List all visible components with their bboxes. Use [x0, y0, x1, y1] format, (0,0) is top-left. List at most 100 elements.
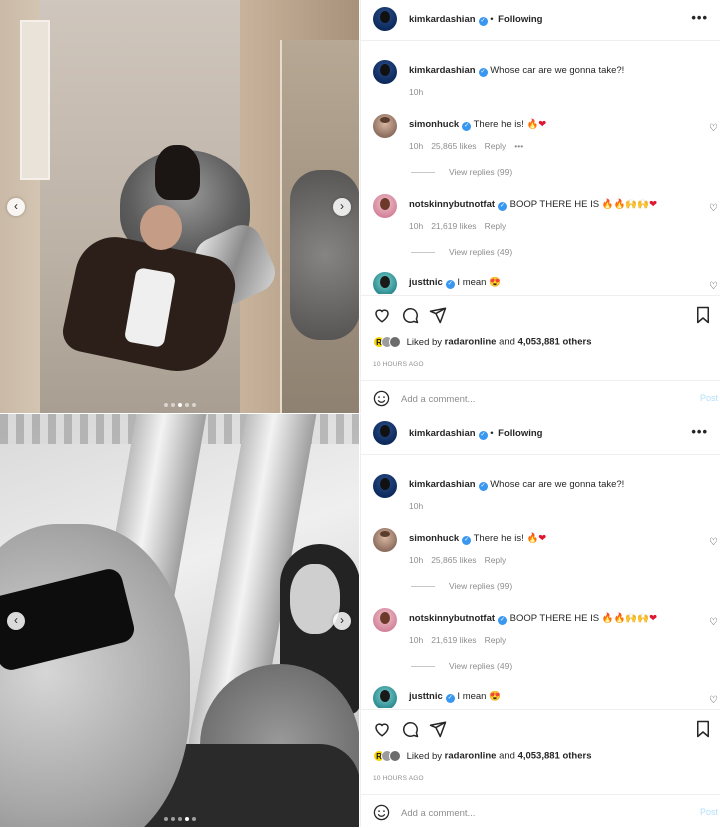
post-media-carousel[interactable]: ‹ › [0, 0, 359, 413]
comment-username[interactable]: simonhuck [409, 119, 459, 130]
author-avatar[interactable] [373, 7, 397, 31]
raised-hands-emoji-icon: 🙌 [625, 199, 638, 210]
fire-emoji-icon: 🔥 [526, 533, 539, 544]
following-button[interactable]: Following [498, 14, 542, 25]
carousel-dot [191, 817, 196, 821]
view-replies-button[interactable]: View replies (99) [409, 581, 512, 591]
likes-count[interactable]: 4,053,881 others [518, 337, 592, 348]
commenter-avatar[interactable] [373, 686, 397, 708]
verified-badge-icon: ✓ [445, 280, 455, 289]
author-avatar[interactable] [373, 60, 397, 84]
instagram-post: ‹ › kimkardashian ✓ • Following ••• kimka… [0, 0, 720, 413]
comment-likes[interactable]: 21,619 likes [431, 635, 476, 645]
caption-username[interactable]: kimkardashian [409, 479, 476, 490]
carousel-dot [177, 817, 182, 821]
comment-bubble-icon[interactable] [401, 306, 419, 324]
heart-emoji-icon: ❤ [538, 533, 547, 544]
more-options-icon[interactable]: ••• [691, 424, 708, 439]
bookmark-icon[interactable] [694, 720, 712, 738]
like-heart-icon[interactable] [373, 720, 391, 738]
emoji-smiley-icon[interactable] [373, 804, 390, 821]
post-time: 10 HOURS AGO [373, 361, 424, 368]
like-comment-heart-icon[interactable]: ♡ [709, 617, 718, 628]
post-actions: R Liked by radaronline and 4,053,881 oth… [361, 709, 720, 827]
like-comment-heart-icon[interactable]: ♡ [709, 695, 718, 706]
comment-time: 10h [409, 635, 424, 645]
carousel-next-button[interactable]: › [333, 197, 351, 216]
following-button[interactable]: Following [498, 428, 542, 439]
comment-input[interactable] [401, 805, 681, 821]
carousel-prev-button[interactable]: ‹ [7, 611, 25, 630]
more-options-icon[interactable]: ••• [691, 10, 708, 25]
reply-button[interactable]: Reply [485, 635, 507, 645]
hair [155, 145, 200, 200]
carousel-dot [170, 403, 175, 407]
comment-time: 10h [409, 221, 424, 231]
chevron-left-icon: ‹ [14, 198, 18, 213]
commenter-avatar[interactable] [373, 608, 397, 632]
comment-username[interactable]: notskinnybutnotfat [409, 199, 495, 210]
reply-button[interactable]: Reply [485, 141, 507, 151]
caption-username[interactable]: kimkardashian [409, 65, 476, 76]
post-side-panel: kimkardashian ✓ • Following ••• kimkardas… [360, 0, 720, 413]
author-username[interactable]: kimkardashian [409, 428, 476, 439]
comment-more-icon[interactable]: ••• [514, 141, 523, 151]
carousel-dot [163, 817, 168, 821]
caption-text: Whose car are we gonna take?! [490, 65, 625, 76]
like-heart-icon[interactable] [373, 306, 391, 324]
commenter-avatar[interactable] [373, 114, 397, 138]
reply-button[interactable]: Reply [485, 221, 507, 231]
reply-button[interactable]: Reply [485, 555, 507, 565]
author-avatar[interactable] [373, 474, 397, 498]
share-send-icon[interactable] [429, 306, 447, 324]
fire-emoji-icon: 🔥 [613, 613, 626, 624]
comment-likes[interactable]: 25,865 likes [431, 141, 476, 151]
comment-username[interactable]: justtnic [409, 691, 443, 702]
comment-username[interactable]: notskinnybutnotfat [409, 613, 495, 624]
comment-likes[interactable]: 25,865 likes [431, 555, 476, 565]
post-time: 10 HOURS AGO [373, 775, 424, 782]
emoji-smiley-icon[interactable] [373, 390, 390, 407]
comment-input[interactable] [401, 391, 681, 407]
like-comment-heart-icon[interactable]: ♡ [709, 123, 718, 134]
liked-by: R Liked by radaronline and 4,053,881 oth… [373, 750, 592, 762]
comment-bubble-icon[interactable] [401, 720, 419, 738]
carousel-dots [0, 817, 359, 821]
heart-eyes-emoji-icon: 😍 [489, 691, 501, 702]
post-media-carousel[interactable]: ‹ › [0, 414, 359, 827]
comment-text: BOOP THERE HE IS [509, 199, 600, 210]
commenter-avatar[interactable] [373, 528, 397, 552]
commenter-avatar[interactable] [373, 194, 397, 218]
commenter-avatar[interactable] [373, 272, 397, 294]
liked-by-and: and [499, 750, 515, 762]
like-comment-heart-icon[interactable]: ♡ [709, 203, 718, 214]
verified-badge-icon: ✓ [478, 68, 488, 77]
comment-username[interactable]: simonhuck [409, 533, 459, 544]
verified-badge-icon: ✓ [478, 17, 488, 26]
comment-likes[interactable]: 21,619 likes [431, 221, 476, 231]
caption-time: 10h [409, 501, 424, 511]
author-username[interactable]: kimkardashian [409, 14, 476, 25]
comments-section: kimkardashian ✓ Whose car are we gonna ta… [361, 456, 720, 708]
liked-by-user[interactable]: radaronline [445, 751, 497, 762]
likes-count[interactable]: 4,053,881 others [518, 751, 592, 762]
face [140, 205, 182, 250]
carousel-next-button[interactable]: › [333, 611, 351, 630]
comment-username[interactable]: justtnic [409, 277, 443, 288]
chevron-right-icon: › [340, 198, 344, 213]
post-side-panel: kimkardashian ✓ • Following ••• kimkardas… [360, 414, 720, 827]
view-replies-button[interactable]: View replies (99) [409, 167, 512, 177]
like-comment-heart-icon[interactable]: ♡ [709, 537, 718, 548]
view-replies-button[interactable]: View replies (49) [409, 661, 512, 671]
post-comment-button[interactable]: Post [700, 393, 718, 403]
liked-by-user[interactable]: radaronline [445, 337, 497, 348]
carousel-prev-button[interactable]: ‹ [7, 197, 25, 216]
view-replies-button[interactable]: View replies (49) [409, 247, 512, 257]
like-comment-heart-icon[interactable]: ♡ [709, 281, 718, 292]
bookmark-icon[interactable] [694, 306, 712, 324]
share-send-icon[interactable] [429, 720, 447, 738]
author-avatar[interactable] [373, 421, 397, 445]
verified-badge-icon: ✓ [462, 122, 472, 131]
post-comment-button[interactable]: Post [700, 807, 718, 817]
chevron-left-icon: ‹ [14, 612, 18, 627]
